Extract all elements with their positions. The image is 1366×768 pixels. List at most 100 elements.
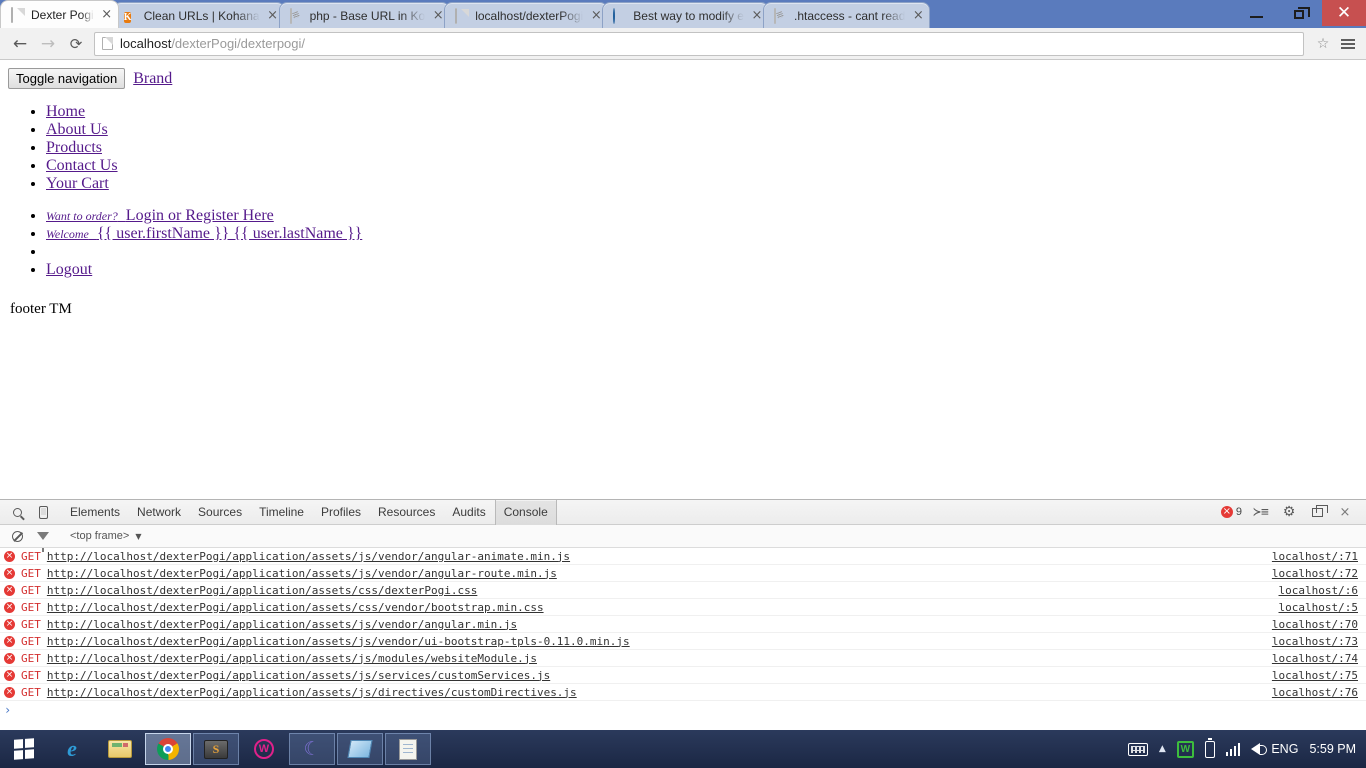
console-log-row[interactable]: × GET http://localhost/dexterPogi/applic…	[0, 616, 1366, 633]
nav-item-home[interactable]: Home	[46, 103, 1358, 121]
log-url-link[interactable]: http://localhost/dexterPogi/application/…	[47, 567, 557, 580]
log-url-link[interactable]: http://localhost/dexterPogi/application/…	[47, 601, 544, 614]
clear-console-icon[interactable]	[4, 524, 30, 548]
bookmark-star-icon[interactable]: ☆	[1310, 36, 1336, 52]
close-devtools-icon[interactable]: ×	[1332, 500, 1358, 524]
nav-item-your-cart[interactable]: Your Cart	[46, 175, 1358, 193]
back-button[interactable]: ←	[6, 31, 34, 57]
forward-button[interactable]: →	[34, 31, 62, 57]
log-source-link[interactable]: localhost/:71	[1272, 550, 1362, 563]
log-source-link[interactable]: localhost/:6	[1279, 584, 1362, 597]
address-bar[interactable]: localhost/dexterPogi/dexterpogi/	[94, 31, 1304, 56]
tab-close-icon[interactable]: ×	[911, 9, 925, 23]
tab-close-icon[interactable]: ×	[589, 9, 603, 23]
log-url-link[interactable]: http://localhost/dexterPogi/application/…	[47, 635, 630, 648]
browser-tab-0[interactable]: Dexter Pogi ×	[0, 0, 119, 28]
browser-tab-3[interactable]: localhost/dexterPogi ×	[444, 2, 609, 28]
nav-item-contact-us[interactable]: Contact Us	[46, 157, 1358, 175]
tab-close-icon[interactable]: ×	[266, 9, 280, 23]
nav-link-about-us[interactable]: About Us	[46, 121, 108, 138]
log-source-link[interactable]: localhost/:5	[1279, 601, 1362, 614]
dock-position-icon[interactable]	[1304, 500, 1330, 524]
console-log-row[interactable]: × GET http://localhost/dexterPogi/applic…	[0, 582, 1366, 599]
taskbar-notepad[interactable]	[385, 733, 431, 765]
xampp-icon[interactable]: W	[1176, 740, 1194, 758]
inspect-search-icon[interactable]	[4, 500, 30, 524]
logout-link[interactable]: Logout	[46, 261, 92, 278]
login-register-link[interactable]: Want to order? Login or Register Here	[46, 207, 274, 224]
tab-sources[interactable]: Sources	[190, 500, 251, 525]
minimize-button[interactable]	[1234, 0, 1278, 26]
log-source-link[interactable]: localhost/:70	[1272, 618, 1362, 631]
language-indicator[interactable]: ENG	[1271, 742, 1298, 756]
restore-button[interactable]	[1278, 0, 1322, 26]
log-source-link[interactable]: localhost/:74	[1272, 652, 1362, 665]
filter-icon[interactable]	[30, 524, 56, 552]
log-source-link[interactable]: localhost/:72	[1272, 567, 1362, 580]
start-button[interactable]	[0, 730, 48, 768]
log-url-link[interactable]: http://localhost/dexterPogi/application/…	[47, 686, 577, 699]
log-url-link[interactable]: http://localhost/dexterPogi/application/…	[47, 652, 537, 665]
nav-item-welcome-user[interactable]: Welcome {{ user.firstName }} {{ user.las…	[46, 225, 1358, 243]
log-source-link[interactable]: localhost/:75	[1272, 669, 1362, 682]
keyboard-icon[interactable]	[1127, 742, 1148, 756]
log-url-link[interactable]: http://localhost/dexterPogi/application/…	[47, 618, 517, 631]
tab-close-icon[interactable]: ×	[431, 9, 445, 23]
console-log-row[interactable]: × GET http://localhost/dexterPogi/applic…	[0, 684, 1366, 701]
tab-elements[interactable]: Elements	[62, 500, 129, 525]
tray-overflow-icon[interactable]: ▲	[1159, 744, 1166, 754]
tab-profiles[interactable]: Profiles	[313, 500, 370, 525]
tab-network[interactable]: Network	[129, 500, 190, 525]
taskbar-file-explorer[interactable]	[97, 733, 143, 765]
nav-link-contact-us[interactable]: Contact Us	[46, 157, 118, 174]
nav-link-your-cart[interactable]: Your Cart	[46, 175, 109, 192]
log-source-link[interactable]: localhost/:73	[1272, 635, 1362, 648]
nav-link-products[interactable]: Products	[46, 139, 102, 156]
tab-close-icon[interactable]: ×	[750, 9, 764, 23]
settings-gear-icon[interactable]: ⚙	[1276, 500, 1302, 524]
taskbar-internet-explorer[interactable]: e	[49, 733, 95, 765]
tab-timeline[interactable]: Timeline	[251, 500, 313, 525]
toggle-navigation-button[interactable]: Toggle navigation	[8, 68, 126, 89]
log-url-link[interactable]: http://localhost/dexterPogi/application/…	[47, 669, 550, 682]
nav-item-about-us[interactable]: About Us	[46, 121, 1358, 139]
frame-selector[interactable]: <top frame> ▼	[70, 530, 141, 542]
taskbar-sublime-text[interactable]: S	[193, 733, 239, 765]
log-url-link[interactable]: http://localhost/dexterPogi/application/…	[47, 550, 570, 563]
close-window-button[interactable]: ✕	[1322, 0, 1366, 26]
browser-tab-5[interactable]: .htaccess - cant read ×	[762, 2, 931, 28]
battery-icon[interactable]	[1204, 738, 1215, 758]
console-prompt[interactable]: ›	[0, 701, 1366, 718]
browser-tab-1[interactable]: K Clean URLs | Kohana ×	[112, 2, 285, 28]
nav-item-login-register[interactable]: Want to order? Login or Register Here	[46, 207, 1358, 225]
log-source-link[interactable]: localhost/:76	[1272, 686, 1362, 699]
console-log-row[interactable]: × GET http://localhost/dexterPogi/applic…	[0, 565, 1366, 582]
error-count-badge[interactable]: × 9	[1220, 506, 1242, 518]
clock[interactable]: 5:59 PM	[1309, 742, 1356, 756]
reload-button[interactable]: ⟳	[62, 31, 90, 57]
taskbar-navicat[interactable]: ☾	[289, 733, 335, 765]
nav-item-logout[interactable]: Logout	[46, 261, 1358, 279]
chrome-menu-icon[interactable]	[1336, 38, 1360, 49]
volume-icon[interactable]	[1251, 743, 1268, 755]
device-toolbar-icon[interactable]	[30, 500, 56, 524]
nav-item-products[interactable]: Products	[46, 139, 1358, 157]
console-log-row[interactable]: × GET http://localhost/dexterPogi/applic…	[0, 650, 1366, 667]
tab-audits[interactable]: Audits	[444, 500, 494, 525]
taskbar-chrome[interactable]	[145, 733, 191, 765]
log-url-link[interactable]: http://localhost/dexterPogi/application/…	[47, 584, 477, 597]
console-drawer-icon[interactable]: ≻≡	[1248, 500, 1274, 524]
tab-close-icon[interactable]: ×	[100, 8, 114, 22]
console-log-row[interactable]: × GET http://localhost/dexterPogi/applic…	[0, 548, 1366, 565]
console-log-list[interactable]: × GET http://localhost/dexterPogi/applic…	[0, 548, 1366, 729]
browser-tab-2[interactable]: php - Base URL in Ko ×	[278, 2, 451, 28]
nav-link-home[interactable]: Home	[46, 103, 85, 120]
tab-resources[interactable]: Resources	[370, 500, 444, 525]
tab-console[interactable]: Console	[494, 499, 557, 525]
taskbar-paint[interactable]	[337, 733, 383, 765]
welcome-user-link[interactable]: Welcome {{ user.firstName }} {{ user.las…	[46, 225, 362, 242]
console-log-row[interactable]: × GET http://localhost/dexterPogi/applic…	[0, 667, 1366, 684]
browser-tab-4[interactable]: Best way to modify e ×	[602, 2, 769, 28]
brand-link[interactable]: Brand	[133, 70, 172, 88]
taskbar-wamp[interactable]: W	[241, 733, 287, 765]
